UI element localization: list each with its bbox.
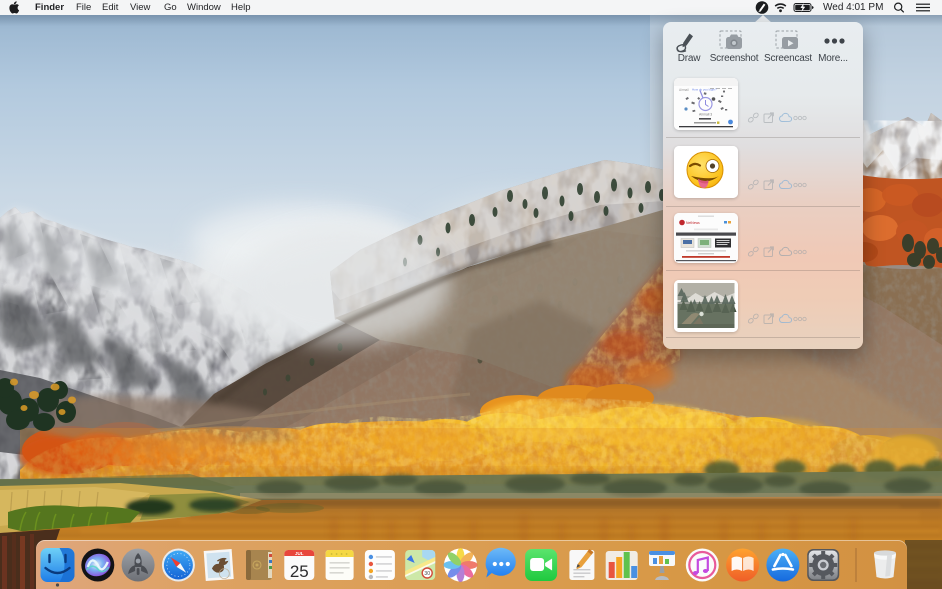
svg-text:Airmail: Airmail xyxy=(679,88,689,92)
svg-text:NetNews: NetNews xyxy=(686,221,700,225)
svg-text:25: 25 xyxy=(290,562,309,581)
svg-text:How do you login?: How do you login? xyxy=(692,88,717,92)
svg-text:Airmail 3: Airmail 3 xyxy=(699,113,712,117)
svg-text:30: 30 xyxy=(424,571,430,577)
svg-text:JUL: JUL xyxy=(295,551,304,556)
